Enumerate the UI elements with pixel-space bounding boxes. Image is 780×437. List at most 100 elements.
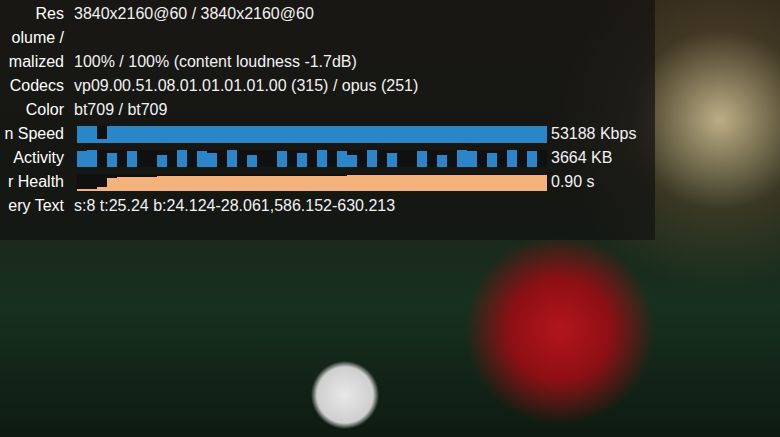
graph-bar (87, 189, 97, 191)
graph-bar (207, 126, 217, 143)
graph-bar (107, 153, 117, 167)
stat-label-line: r Health (0, 170, 64, 194)
graph-bar (167, 126, 177, 143)
stat-label-line: Color (0, 98, 64, 122)
graph-bar (217, 176, 227, 191)
graph-bar (537, 126, 547, 143)
graph-bar (467, 126, 477, 143)
graph-bar (77, 189, 87, 191)
stat-row: Activity3664 KB (0, 146, 655, 170)
graph-bar (217, 126, 227, 143)
graph-bar (257, 126, 267, 143)
graph-bar (437, 155, 447, 167)
graph-bar (297, 176, 307, 191)
stat-label: r Health (0, 170, 64, 194)
graph-bar (387, 175, 397, 190)
stat-label-line: Codecs (0, 74, 64, 98)
graph-bar (467, 151, 477, 166)
stat-label-line: malized (0, 50, 64, 74)
graph-bar (197, 151, 207, 166)
graph-bar (317, 126, 327, 143)
graph-bar (427, 126, 437, 143)
graph-bar (457, 150, 467, 167)
graph-bar (117, 126, 127, 143)
graph-bar (127, 151, 137, 166)
graph-bar (267, 176, 277, 191)
graph-bar (107, 126, 117, 143)
graph-bar (137, 126, 147, 143)
graph-bar (167, 176, 177, 190)
stat-label-line: Res (0, 2, 64, 26)
graph-bar (417, 126, 427, 143)
graph-bar (537, 175, 547, 190)
graph-bar (247, 126, 257, 143)
stat-row: Res3840x2160@60 / 3840x2160@60 (0, 2, 655, 26)
graph-bar (177, 126, 187, 143)
graph-bar (147, 177, 157, 191)
graph-bar (77, 126, 87, 143)
graph-bar (357, 126, 367, 143)
graph-bar (347, 155, 357, 167)
graph-bar (97, 187, 107, 190)
graph-bar (197, 176, 207, 190)
graph-bar (197, 126, 207, 143)
graph-bar (347, 126, 357, 143)
graph-bar (287, 126, 297, 143)
graph-track (77, 150, 547, 167)
stat-label: Color (0, 98, 64, 122)
stat-graph: 3664 KB (74, 146, 612, 170)
stat-value: bt709 / bt709 (74, 98, 167, 122)
graph-bar (157, 126, 167, 143)
graph-bar (127, 177, 137, 191)
graph-bar (227, 176, 237, 191)
graph-bar (337, 176, 347, 191)
graph-bar (487, 175, 497, 190)
graph-bar (157, 155, 167, 167)
graph-bar (517, 126, 527, 143)
graph-bar (107, 178, 117, 191)
graph-bar (237, 176, 247, 191)
stat-label: Res (0, 2, 64, 26)
graph-bar (87, 150, 97, 167)
stat-value: vp09.00.51.08.01.01.01.01.00 (315) / opu… (74, 74, 418, 98)
graph-bar (527, 151, 537, 166)
graph-bar (87, 126, 97, 143)
graph-bar (527, 175, 537, 190)
graph-reading: 53188 Kbps (551, 122, 636, 146)
graph-bar (447, 126, 457, 143)
stat-row: n Speed53188 Kbps (0, 122, 655, 146)
graph-bar (327, 126, 337, 143)
graph-track (77, 174, 547, 191)
graph-bar (417, 151, 427, 166)
graph-track (77, 126, 547, 143)
stat-label: Codecs (0, 74, 64, 98)
graph-bar (277, 126, 287, 143)
stat-row: r Health 0.90 s (0, 170, 655, 194)
graph-bar (237, 126, 247, 143)
stat-row: ery Texts:8 t:25.24 b:24.124-28.061,586.… (0, 194, 655, 218)
graph-bar (437, 175, 447, 190)
graph-bar (327, 176, 337, 191)
graph-bar (377, 175, 387, 190)
stat-label: ery Text (0, 194, 64, 218)
graph-bar (147, 126, 157, 143)
graph-bar (137, 177, 147, 191)
graph-bar (407, 175, 417, 190)
stat-graph: 53188 Kbps (74, 122, 636, 146)
graph-bar (457, 175, 467, 190)
graph-bar (307, 126, 317, 143)
graph-bar (97, 139, 107, 142)
graph-bar (117, 177, 127, 190)
graph-bar (407, 126, 417, 143)
graph-bar (207, 153, 217, 167)
stat-row: olume /malized100% / 100% (content loudn… (0, 26, 655, 74)
graph-bar (387, 153, 397, 167)
graph-bar (447, 175, 457, 190)
graph-bar (257, 176, 267, 191)
graph-bar (307, 176, 317, 191)
stat-label-line: olume / (0, 26, 64, 50)
graph-bar (247, 155, 257, 167)
graph-bar (157, 176, 167, 190)
graph-bar (317, 176, 327, 191)
graph-reading: 0.90 s (551, 170, 595, 194)
